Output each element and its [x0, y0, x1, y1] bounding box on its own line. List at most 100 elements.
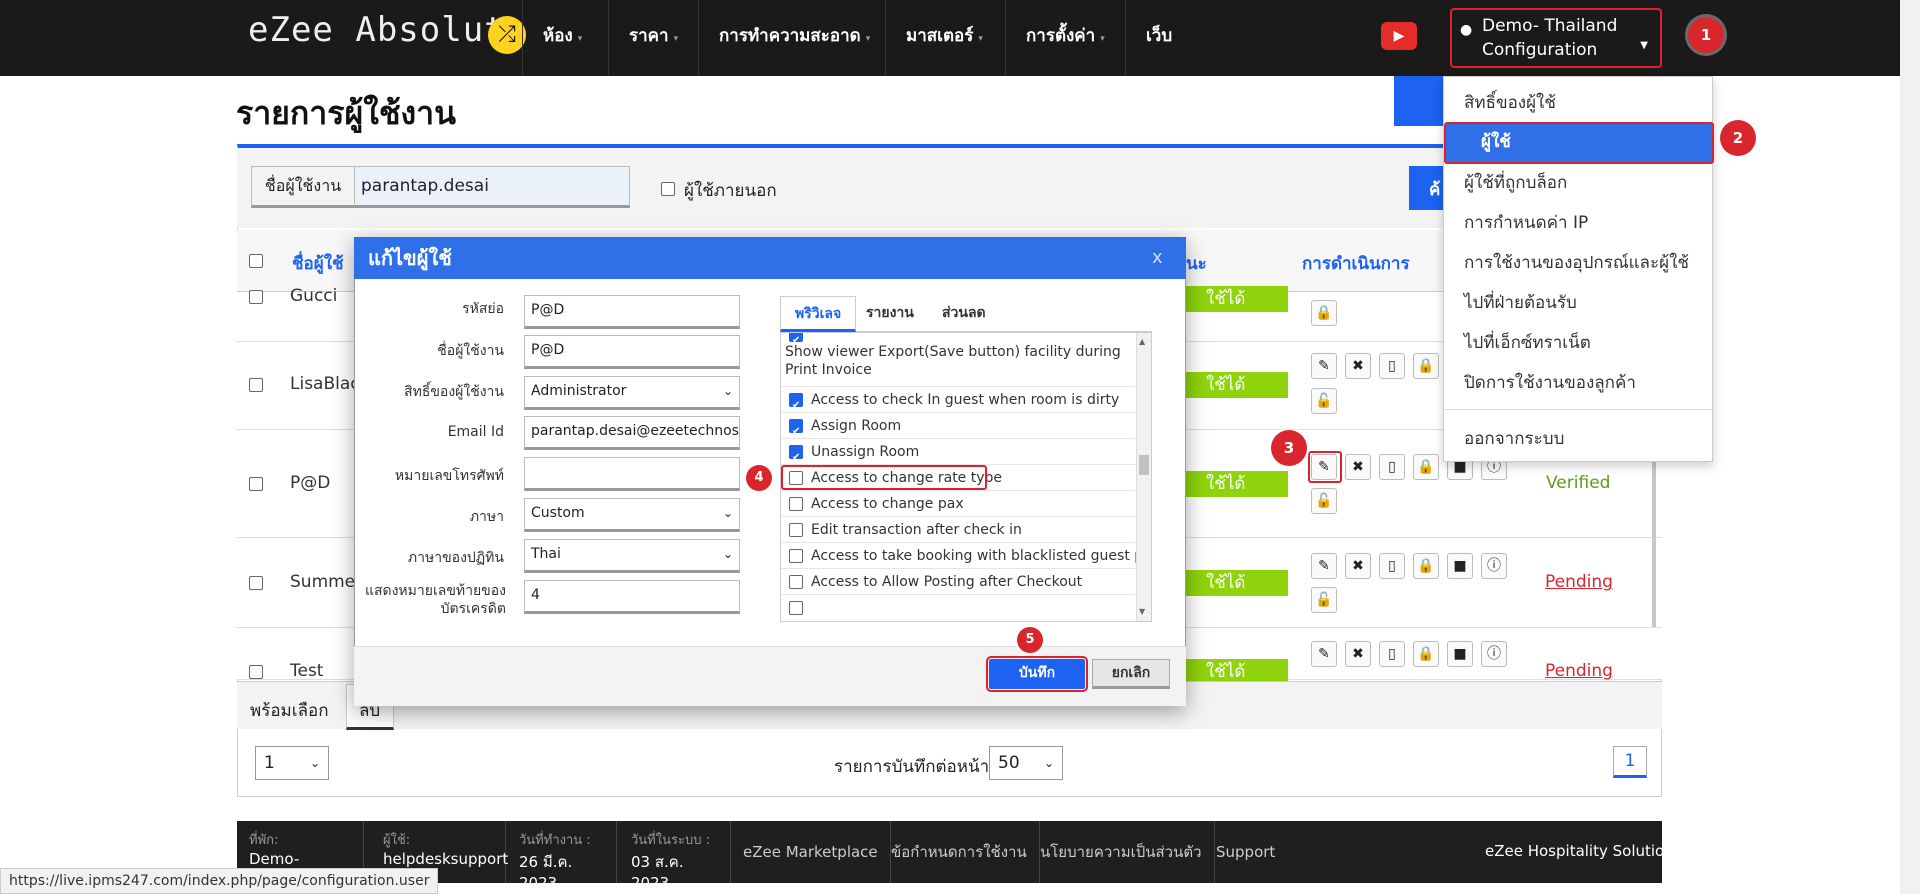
edit-icon[interactable]: ✎ [1311, 641, 1337, 667]
device-icon[interactable]: ▯ [1379, 353, 1405, 379]
privilege-scrollbar[interactable]: ▲ ▼ [1136, 333, 1151, 621]
calendar-language-select[interactable]: Thai ⌄ [524, 539, 740, 573]
info-icon[interactable]: ⓘ [1481, 553, 1507, 579]
menu-item-user-rights[interactable]: สิทธิ์ของผู้ใช้ [1464, 89, 1556, 116]
message-icon[interactable]: ■ [1447, 553, 1473, 579]
nav-settings[interactable]: การตั้งค่า ▾ [1005, 0, 1125, 76]
lock-icon[interactable]: 🔒 [1413, 454, 1439, 480]
status-pending[interactable]: Pending [1545, 661, 1613, 681]
tab-discount[interactable]: ส่วนลด [928, 296, 1000, 332]
youtube-icon[interactable]: ▶ [1381, 22, 1417, 50]
menu-item-device-usage[interactable]: การใช้งานของอุปกรณ์และผู้ใช้ [1464, 249, 1689, 276]
unlock-icon[interactable]: 🔓 [1311, 488, 1337, 514]
lock-icon[interactable]: 🔒 [1413, 641, 1439, 667]
external-user-checkbox[interactable] [661, 182, 675, 196]
menu-item-logout[interactable]: ออกจากระบบ [1464, 425, 1564, 452]
device-icon[interactable]: ▯ [1379, 553, 1405, 579]
info-icon[interactable]: ⓘ [1481, 641, 1507, 667]
footer-link-terms[interactable]: ข้อกำหนดการใช้งาน [879, 821, 1040, 883]
delete-icon[interactable]: ✖ [1345, 553, 1371, 579]
close-icon[interactable]: x [1152, 247, 1163, 268]
delete-icon[interactable]: ✖ [1345, 353, 1371, 379]
footer-link-support[interactable]: Support [1204, 821, 1287, 883]
lock-icon[interactable]: 🔒 [1413, 553, 1439, 579]
status-pending[interactable]: Pending [1545, 572, 1613, 592]
field-label-email: Email Id [447, 424, 504, 440]
column-username[interactable]: ชื่อผู้ใช้ [292, 250, 344, 277]
menu-item-disable-customer[interactable]: ปิดการใช้งานของลูกค้า [1464, 369, 1636, 396]
row-username[interactable]: P@D [290, 473, 330, 493]
row-checkbox[interactable] [249, 378, 263, 392]
shuffle-icon[interactable]: ⤮ [488, 16, 526, 54]
current-page[interactable]: 1 [1613, 746, 1647, 778]
app-logo[interactable]: eZee Absolute [248, 10, 527, 50]
phone-input[interactable] [524, 457, 740, 491]
user-menu-toggle[interactable]: ● Demo- Thailand Configuration ▼ [1450, 8, 1662, 68]
unlock-icon[interactable]: 🔓 [1311, 587, 1337, 613]
row-username[interactable]: LisaBlac [290, 374, 360, 394]
save-button[interactable]: บันทึก [986, 656, 1088, 692]
delete-icon[interactable]: ✖ [1345, 641, 1371, 667]
row-checkbox[interactable] [249, 290, 263, 304]
edit-icon[interactable]: ✎ [1311, 553, 1337, 579]
row-username[interactable]: Summer [290, 572, 362, 592]
scroll-thumb[interactable] [1139, 455, 1149, 475]
privilege-checkbox[interactable] [789, 497, 803, 511]
user-rights-select[interactable]: Administrator ⌄ [524, 376, 740, 410]
card-digits-input[interactable]: 4 [524, 580, 740, 614]
username-input[interactable]: P@D [524, 335, 740, 369]
footer-link-marketplace[interactable]: eZee Marketplace [731, 821, 891, 883]
privilege-label: Unassign Room [811, 444, 920, 460]
menu-item-front-desk[interactable]: ไปที่ฝ่ายต้อนรับ [1464, 289, 1577, 316]
privilege-checkbox[interactable] [789, 601, 803, 615]
privilege-checkbox[interactable] [789, 333, 803, 354]
privilege-checkbox[interactable] [789, 393, 803, 419]
scroll-up-icon[interactable]: ▲ [1139, 337, 1145, 346]
menu-item-ip-config[interactable]: การกำหนดค่า IP [1464, 209, 1588, 236]
add-user-button[interactable] [1394, 76, 1444, 126]
footer-workdate: วันที่ทำงาน : 26 มี.ค. 2023 [507, 821, 617, 892]
privilege-checkbox[interactable] [789, 575, 803, 589]
privilege-checkbox[interactable] [789, 445, 803, 471]
select-all-checkbox[interactable] [249, 254, 263, 268]
unlock-icon[interactable]: 🔓 [1311, 388, 1337, 414]
lock-icon[interactable]: 🔒 [1413, 353, 1439, 379]
row-username[interactable]: Gucci [290, 286, 337, 306]
menu-item-blocked-users[interactable]: ผู้ใช้ที่ถูกบล็อก [1464, 169, 1567, 196]
nav-rates[interactable]: ราคา ▾ [608, 0, 698, 76]
nav-rooms[interactable]: ห้อง ▾ [522, 0, 602, 76]
tab-report[interactable]: รายงาน [852, 296, 928, 332]
footer-link-privacy[interactable]: นโยบายความเป็นส่วนตัว [1028, 821, 1215, 883]
device-icon[interactable]: ▯ [1379, 641, 1405, 667]
lock-icon[interactable]: 🔒 [1311, 300, 1337, 326]
tab-privilege[interactable]: พริวิเลจ [780, 296, 857, 332]
row-username[interactable]: Test [290, 661, 323, 681]
shortcode-input[interactable]: P@D [524, 295, 740, 329]
username-filter-input[interactable]: parantap.desai [354, 166, 630, 208]
column-status[interactable]: นะ [1186, 250, 1207, 277]
email-input[interactable]: parantap.desai@ezeetechnosys.c [524, 416, 740, 450]
row-checkbox[interactable] [249, 477, 263, 491]
language-select[interactable]: Custom ⌄ [524, 498, 740, 532]
privilege-checkbox[interactable] [789, 419, 803, 445]
edit-icon[interactable]: ✎ [1311, 353, 1337, 379]
user-rights-value: Administrator [531, 383, 627, 399]
nav-housekeeping[interactable]: การทำความสะอาด ▾ [698, 0, 890, 76]
scroll-down-icon[interactable]: ▼ [1139, 607, 1145, 616]
edit-icon[interactable]: ✎ [1311, 454, 1337, 480]
privilege-checkbox[interactable] [789, 523, 803, 537]
page-select[interactable]: 1 ⌄ [255, 746, 329, 780]
privilege-checkbox[interactable] [789, 549, 803, 563]
row-checkbox[interactable] [249, 665, 263, 679]
page-scrollbar[interactable] [1900, 0, 1920, 894]
device-icon[interactable]: ▯ [1379, 454, 1405, 480]
menu-item-extranet[interactable]: ไปที่เอ็กซ์ทราเน็ต [1464, 329, 1591, 356]
per-page-select[interactable]: 50 ⌄ [989, 746, 1063, 780]
nav-web[interactable]: เว็บ [1125, 0, 1192, 76]
menu-item-users[interactable]: ผู้ใช้ [1444, 122, 1714, 164]
message-icon[interactable]: ■ [1447, 641, 1473, 667]
nav-master[interactable]: มาสเตอร์ ▾ [885, 0, 1003, 76]
delete-icon[interactable]: ✖ [1345, 454, 1371, 480]
row-checkbox[interactable] [249, 576, 263, 590]
cancel-button[interactable]: ยกเลิก [1092, 659, 1170, 689]
